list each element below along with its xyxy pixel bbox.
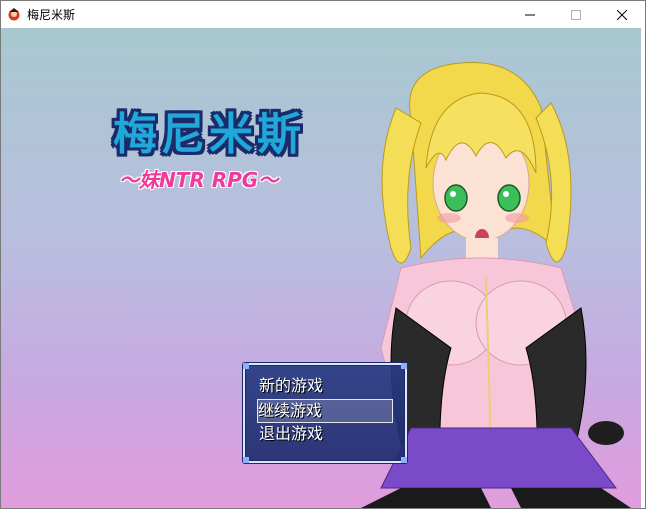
close-button[interactable] (599, 1, 645, 28)
menu-item-exit-game[interactable]: 退出游戏 (259, 423, 389, 445)
menu-corner-decoration (243, 457, 249, 463)
title-bar[interactable]: 梅尼米斯 (1, 1, 645, 28)
menu-corner-decoration (401, 457, 407, 463)
maximize-button[interactable] (553, 1, 599, 28)
menu-item-continue[interactable]: 继续游戏 (257, 399, 393, 423)
close-icon (617, 9, 627, 20)
game-logo-title: 梅尼米斯 (113, 109, 305, 160)
menu-item-new-game[interactable]: 新的游戏 (259, 375, 389, 397)
app-icon (8, 8, 20, 21)
app-window: 梅尼米斯 梅尼米斯 〜妹NTR RPG〜 新的游戏 继续游戏 退出游戏 (0, 0, 646, 509)
game-logo-subtitle: 〜妹NTR RPG〜 (119, 168, 279, 192)
menu-corner-decoration (401, 363, 407, 369)
title-menu: 新的游戏 继续游戏 退出游戏 (243, 363, 407, 463)
maximize-icon (571, 9, 581, 20)
menu-corner-decoration (243, 363, 249, 369)
minimize-icon (525, 14, 535, 15)
minimize-button[interactable] (507, 1, 553, 28)
game-screen[interactable]: 梅尼米斯 〜妹NTR RPG〜 新的游戏 继续游戏 退出游戏 (1, 28, 641, 508)
window-title: 梅尼米斯 (27, 8, 76, 22)
